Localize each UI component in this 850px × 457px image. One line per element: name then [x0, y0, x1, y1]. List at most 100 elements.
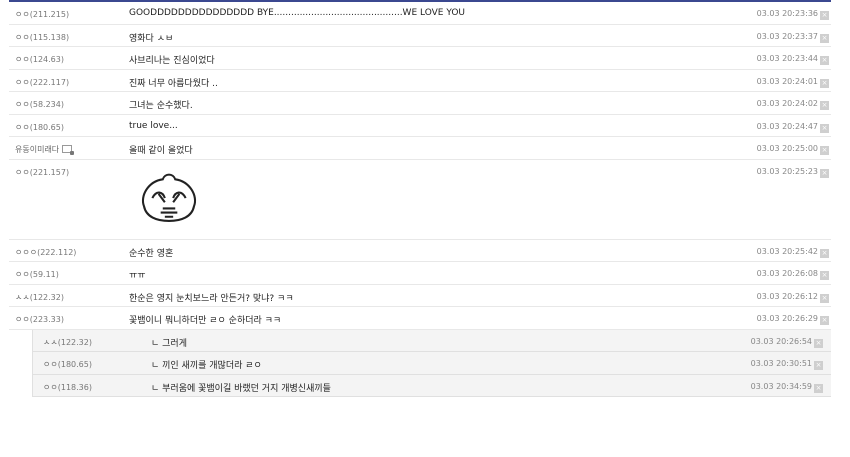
reply-text: ㄴ 끼인 새끼를 개많더라 ㄹㅇ — [151, 361, 262, 371]
comment-row: ㅇㅇ(223.33) 꽃뱀이니 뭐니하더만 ㄹㅇ 순하더라 ㅋㅋ 03.03 20:… — [9, 307, 831, 330]
time-text: 03.03 20:26:29 — [756, 314, 818, 323]
author-nick: ㅇㅇ — [15, 270, 30, 279]
comment-time: 03.03 20:26:12 × — [757, 292, 829, 303]
comment-row: ㅇㅇ(222.117) 진짜 너무 아름다웠다 .. 03.03 20:24:01 × — [9, 70, 831, 92]
author-ip: (180.65) — [57, 360, 92, 369]
author-ip: (221.157) — [29, 167, 70, 177]
comment-text: 올때 같이 올었다 — [129, 146, 193, 156]
author-ip: (118.36) — [57, 382, 92, 392]
delete-icon[interactable]: × — [814, 338, 823, 348]
author-nick: ㅇㅇ — [43, 382, 58, 392]
comment-time: 03.03 20:24:47 × — [757, 122, 829, 133]
delete-icon[interactable]: × — [820, 56, 829, 65]
comment-list: ㅇㅇ(211.215) GOODDDDDDDDDDDDDDD BYE.......… — [9, 0, 831, 457]
comment-text: 사브리나는 진심이었다 — [129, 56, 215, 66]
comment-author[interactable]: ㅇㅇ(59.11) — [15, 269, 59, 280]
delete-icon[interactable]: × — [820, 146, 829, 155]
comment-author[interactable]: 유동이미래다 — [15, 144, 75, 155]
author-nick: ㅅㅅ — [43, 337, 58, 347]
reply-author[interactable]: ㅇㅇ(180.65) — [43, 359, 92, 370]
author-ip: (222.117) — [29, 77, 70, 87]
author-ip: (115.138) — [29, 32, 70, 42]
delete-icon[interactable]: × — [814, 361, 823, 370]
reply-row: ㅇㅇ(180.65) ㄴ 끼인 새끼를 개많더라 ㄹㅇ 03.03 20:30:51… — [32, 352, 831, 375]
reply-row: ㅅㅅ(122.32) ㄴ 그러게 03.03 20:26:54 × — [32, 329, 831, 352]
comment-author[interactable]: ㅇㅇ(124.63) — [15, 54, 64, 65]
comment-time: 03.03 20:25:00 × — [757, 144, 829, 155]
comment-author[interactable]: ㅇㅇ(222.117) — [15, 77, 69, 88]
delete-icon[interactable]: × — [820, 168, 829, 178]
comment-time: 03.03 20:23:36 × — [757, 9, 829, 20]
comment-author[interactable]: ㅇㅇ(211.215) — [15, 9, 69, 20]
author-ip: (211.215) — [29, 10, 70, 19]
reply-time: 03.03 20:26:54 × — [751, 337, 823, 348]
reply-time: 03.03 20:30:51 × — [751, 359, 823, 370]
author-nick: ㅇㅇ — [15, 10, 30, 19]
delete-icon[interactable]: × — [820, 316, 829, 325]
comment-author[interactable]: ㅇㅇ(221.157) — [15, 167, 69, 178]
time-text: 03.03 20:26:54 — [750, 336, 812, 346]
comment-row: ㅇㅇ(59.11) ㅠㅠ 03.03 20:26:08 × — [9, 262, 831, 285]
delete-icon[interactable]: × — [820, 123, 829, 133]
author-nick: ㅇㅇ — [15, 55, 30, 64]
reply-row: ㅇㅇ(118.36) ㄴ 부러움에 꽃뱀이길 바랬던 거지 개병신새끼들 03.03… — [32, 374, 831, 397]
author-ip: (122.32) — [29, 292, 64, 302]
comment-text: 한순은 영지 눈치보느라 안든거? 맞냐? ㅋㅋ — [129, 293, 294, 304]
author-ip: (222.112) — [37, 247, 77, 257]
author-ip: (180.65) — [29, 122, 64, 132]
delete-icon[interactable]: × — [820, 11, 829, 20]
comment-time: 03.03 20:23:37 × — [757, 32, 829, 43]
time-text: 03.03 20:24:02 — [756, 99, 818, 108]
member-icon — [62, 145, 75, 155]
author-nick: ㅅㅅ — [15, 292, 30, 302]
author-ip: (223.33) — [29, 315, 64, 324]
comment-row: ㅇㅇ(221.157) 03.03 20:25:23 × — [9, 160, 831, 240]
comment-text: 영화다 ㅅㅂ — [129, 33, 174, 44]
delete-icon[interactable]: × — [820, 248, 829, 258]
comment-time: 03.03 20:26:29 × — [757, 314, 829, 325]
time-text: 03.03 20:24:01 — [756, 76, 818, 86]
comment-row: ㅇㅇ(211.215) GOODDDDDDDDDDDDDDD BYE.......… — [9, 2, 831, 25]
comment-time: 03.03 20:24:01 × — [757, 77, 829, 88]
comment-row: ㅇㅇㅇ(222.112) 순수한 영혼 03.03 20:25:42 × — [9, 240, 831, 262]
author-nick: ㅇㅇ — [15, 167, 30, 177]
reply-text: ㄴ 부러움에 꽃뱀이길 바랬던 거지 개병신새끼들 — [151, 383, 331, 394]
author-ip: (58.234) — [29, 100, 64, 109]
delete-icon[interactable]: × — [820, 33, 829, 43]
time-text: 03.03 20:25:42 — [756, 246, 818, 256]
comment-row: ㅇㅇ(58.234) 그녀는 순수했다. 03.03 20:24:02 × — [9, 92, 831, 115]
reply-author[interactable]: ㅇㅇ(118.36) — [43, 382, 92, 393]
reply-author[interactable]: ㅅㅅ(122.32) — [43, 337, 92, 348]
time-text: 03.03 20:23:44 — [756, 54, 818, 63]
time-text: 03.03 20:25:00 — [756, 144, 818, 153]
comment-author[interactable]: ㅇㅇㅇ(222.112) — [15, 247, 76, 258]
delete-icon[interactable]: × — [820, 293, 829, 303]
comment-text: 순수한 영혼 — [129, 248, 174, 259]
delete-icon[interactable]: × — [820, 271, 829, 280]
author-nick: 유동이미래다 — [15, 145, 60, 154]
comment-author[interactable]: ㅇㅇ(180.65) — [15, 122, 64, 133]
time-text: 03.03 20:24:47 — [756, 121, 818, 131]
delete-icon[interactable]: × — [820, 101, 829, 110]
time-text: 03.03 20:26:12 — [756, 291, 818, 301]
time-text: 03.03 20:30:51 — [750, 359, 812, 368]
delete-icon[interactable]: × — [814, 383, 823, 393]
comment-author[interactable]: ㅇㅇ(115.138) — [15, 32, 69, 43]
comment-rows: ㅇㅇ(211.215) GOODDDDDDDDDDDDDDD BYE.......… — [9, 2, 831, 330]
comment-text: true love... — [129, 120, 178, 131]
comment-text: 그녀는 순수했다. — [129, 101, 193, 111]
comment-author[interactable]: ㅇㅇ(223.33) — [15, 314, 64, 325]
author-nick: ㅇㅇ — [15, 122, 30, 132]
comment-text: GOODDDDDDDDDDDDDDD BYE..................… — [129, 8, 466, 18]
comment-author[interactable]: ㅇㅇ(58.234) — [15, 99, 64, 110]
comment-row: ㅇㅇ(115.138) 영화다 ㅅㅂ 03.03 20:23:37 × — [9, 25, 831, 47]
author-ip: (59.11) — [29, 270, 59, 279]
author-ip: (122.32) — [57, 337, 92, 347]
comment-row: 유동이미래다 올때 같이 올었다 03.03 20:25:00 × — [9, 137, 831, 160]
delete-icon[interactable]: × — [820, 78, 829, 88]
author-nick: ㅇㅇ — [15, 315, 30, 324]
comment-author[interactable]: ㅅㅅ(122.32) — [15, 292, 64, 303]
comment-time: 03.03 20:25:42 × — [757, 247, 829, 258]
dccon-emoticon — [141, 173, 197, 222]
comment-row: ㅇㅇ(180.65) true love... 03.03 20:24:47 × — [9, 115, 831, 137]
